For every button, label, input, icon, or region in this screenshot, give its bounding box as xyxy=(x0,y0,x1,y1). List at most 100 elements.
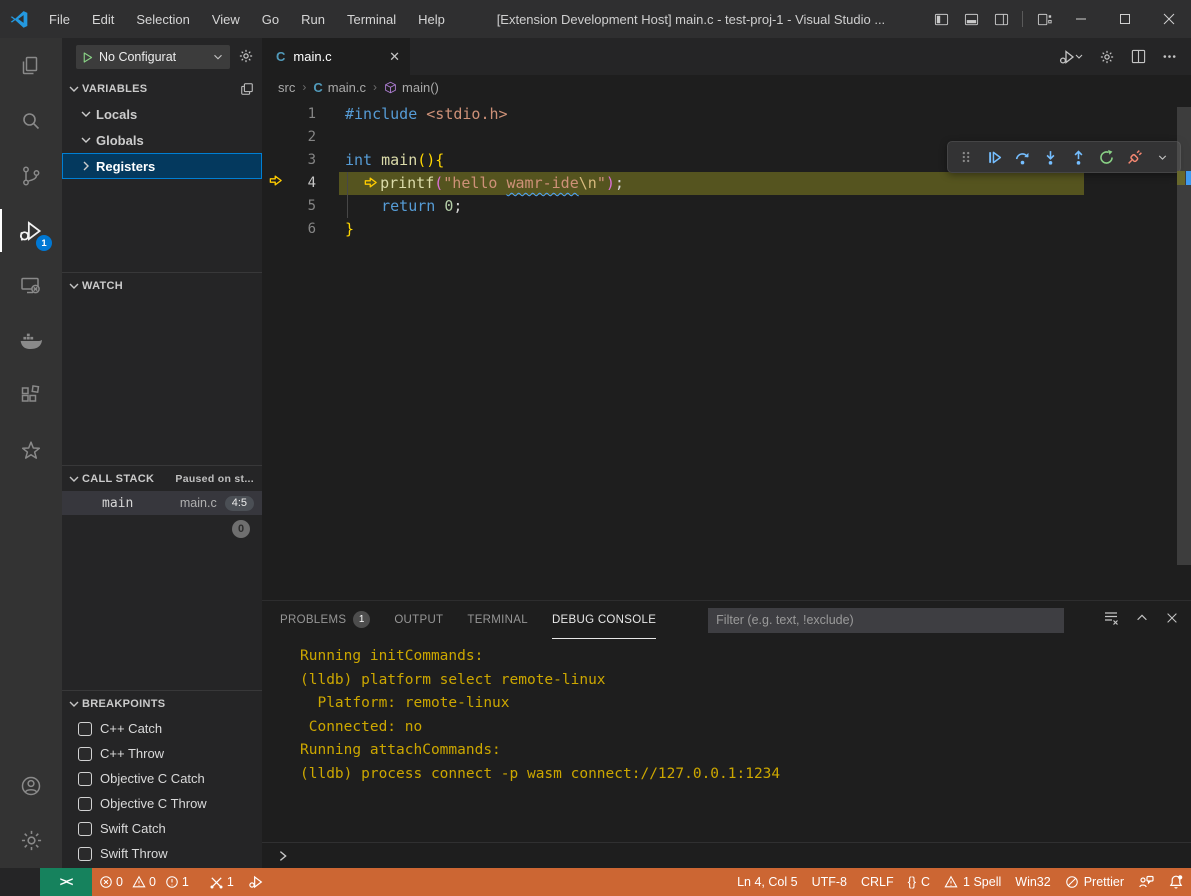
menu-edit[interactable]: Edit xyxy=(81,0,125,38)
step-out-icon[interactable] xyxy=(1065,144,1091,170)
close-panel-icon[interactable] xyxy=(1165,611,1179,630)
breakpoint-row[interactable]: Swift Catch xyxy=(62,816,262,841)
breakpoint-row[interactable]: C++ Catch xyxy=(62,716,262,741)
formatter-status[interactable]: Prettier xyxy=(1058,868,1131,896)
call-stack-session-row[interactable]: 0 xyxy=(62,515,262,543)
menu-selection[interactable]: Selection xyxy=(125,0,200,38)
tab-debug-console[interactable]: DEBUG CONSOLE xyxy=(552,601,656,639)
call-stack-section-header[interactable]: CALL STACK Paused on st... xyxy=(62,466,262,491)
continue-icon[interactable] xyxy=(981,144,1007,170)
variables-row-registers[interactable]: Registers xyxy=(62,153,262,179)
feedback-icon[interactable] xyxy=(1131,868,1161,896)
menu-go[interactable]: Go xyxy=(251,0,290,38)
toggle-sidebar-icon[interactable] xyxy=(926,0,956,38)
console-filter-input[interactable] xyxy=(708,608,1064,633)
maximize-button[interactable] xyxy=(1103,0,1147,38)
breadcrumb-src[interactable]: src xyxy=(278,80,295,95)
line-number[interactable]: 5 xyxy=(288,195,316,218)
toolbar-drag-handle-icon[interactable] xyxy=(953,144,979,170)
cursor-position[interactable]: Ln 4, Col 5 xyxy=(730,868,804,896)
line-number[interactable]: 1 xyxy=(288,103,316,126)
step-over-icon[interactable] xyxy=(1009,144,1035,170)
chevron-down-icon[interactable] xyxy=(1149,144,1175,170)
debug-console-input[interactable] xyxy=(262,842,1191,868)
toolchain-status[interactable]: 1 xyxy=(202,868,241,896)
open-launch-json-gear-icon[interactable] xyxy=(238,48,254,67)
line-number[interactable]: 6 xyxy=(288,218,316,241)
tab-problems[interactable]: PROBLEMS 1 xyxy=(280,601,370,639)
breakpoint-checkbox[interactable] xyxy=(78,847,92,861)
line-number[interactable]: 3 xyxy=(288,149,316,172)
code-line-6[interactable]: 6 } xyxy=(262,218,1191,241)
search-icon[interactable] xyxy=(0,93,62,148)
platform-target[interactable]: Win32 xyxy=(1008,868,1057,896)
code-line-4[interactable]: 4 printf("hello wamr-ide\n"); xyxy=(262,172,1191,195)
line-number[interactable]: 4 xyxy=(288,172,316,195)
breakpoints-section-header[interactable]: BREAKPOINTS xyxy=(62,691,262,716)
breakpoint-row[interactable]: Objective C Catch xyxy=(62,766,262,791)
breadcrumb-file[interactable]: C main.c xyxy=(313,80,366,95)
customize-layout-icon[interactable] xyxy=(1029,0,1059,38)
breakpoint-row[interactable]: Swift Throw xyxy=(62,841,262,866)
menu-run[interactable]: Run xyxy=(290,0,336,38)
encoding[interactable]: UTF-8 xyxy=(805,868,854,896)
menu-file[interactable]: File xyxy=(38,0,81,38)
menu-view[interactable]: View xyxy=(201,0,251,38)
gutter-glyph-margin[interactable] xyxy=(262,172,288,195)
variables-section-header[interactable]: VARIABLES xyxy=(62,76,262,101)
account-icon[interactable] xyxy=(0,758,62,813)
run-or-debug-icon[interactable] xyxy=(1059,49,1083,65)
variables-row-locals[interactable]: Locals xyxy=(62,101,262,127)
copy-value-icon[interactable] xyxy=(240,82,254,96)
editor-scrollbar[interactable] xyxy=(1177,99,1191,600)
explorer-icon[interactable] xyxy=(0,38,62,93)
code-line-1[interactable]: 1 #include <stdio.h> xyxy=(262,103,1191,126)
line-number[interactable]: 2 xyxy=(288,126,316,149)
launch-configuration-dropdown[interactable]: No Configurat xyxy=(76,45,230,69)
breadcrumb-symbol[interactable]: main() xyxy=(384,80,439,95)
debug-status-icon[interactable] xyxy=(241,868,271,896)
breakpoint-row[interactable]: Objective C Throw xyxy=(62,791,262,816)
tab-output[interactable]: OUTPUT xyxy=(394,601,443,639)
maximize-panel-icon[interactable] xyxy=(1135,611,1149,630)
disconnect-icon[interactable] xyxy=(1121,144,1147,170)
toggle-panel-icon[interactable] xyxy=(956,0,986,38)
variables-row-globals[interactable]: Globals xyxy=(62,127,262,153)
problems-status[interactable]: 0 0 1 xyxy=(92,868,202,896)
docker-icon[interactable] xyxy=(0,313,62,368)
close-button[interactable] xyxy=(1147,0,1191,38)
breakpoint-checkbox[interactable] xyxy=(78,797,92,811)
configure-gear-icon[interactable] xyxy=(1099,49,1115,65)
source-control-icon[interactable] xyxy=(0,148,62,203)
spell-checker-status[interactable]: 1 Spell xyxy=(937,868,1008,896)
settings-gear-icon[interactable] xyxy=(0,813,62,868)
clear-console-icon[interactable] xyxy=(1103,610,1119,631)
restart-icon[interactable] xyxy=(1093,144,1119,170)
tab-terminal[interactable]: TERMINAL xyxy=(467,601,528,639)
toggle-secondary-sidebar-icon[interactable] xyxy=(986,0,1016,38)
call-stack-frame[interactable]: main main.c 4:5 xyxy=(62,491,262,515)
star-extension-icon[interactable] xyxy=(0,423,62,478)
notifications-bell-icon[interactable] xyxy=(1161,868,1191,896)
breakpoint-checkbox[interactable] xyxy=(78,772,92,786)
remote-explorer-icon[interactable] xyxy=(0,258,62,313)
language-mode[interactable]: {} C xyxy=(901,868,937,896)
step-into-icon[interactable] xyxy=(1037,144,1063,170)
breakpoint-checkbox[interactable] xyxy=(78,822,92,836)
extensions-icon[interactable] xyxy=(0,368,62,423)
run-and-debug-icon[interactable]: 1 xyxy=(0,203,62,258)
breakpoint-row[interactable]: C++ Throw xyxy=(62,741,262,766)
watch-section-header[interactable]: WATCH xyxy=(62,273,262,298)
menu-help[interactable]: Help xyxy=(407,0,456,38)
menu-terminal[interactable]: Terminal xyxy=(336,0,407,38)
split-editor-icon[interactable] xyxy=(1131,49,1146,64)
eol-sequence[interactable]: CRLF xyxy=(854,868,901,896)
breakpoint-checkbox[interactable] xyxy=(78,722,92,736)
close-tab-icon[interactable]: ✕ xyxy=(389,49,400,65)
tab-main-c[interactable]: C main.c ✕ xyxy=(262,38,410,75)
minimize-button[interactable] xyxy=(1059,0,1103,38)
breakpoint-checkbox[interactable] xyxy=(78,747,92,761)
remote-indicator[interactable]: >< xyxy=(40,868,92,896)
code-editor[interactable]: 1 #include <stdio.h> 2 3 int main(){ 4 p… xyxy=(262,99,1191,600)
more-actions-icon[interactable] xyxy=(1162,49,1177,64)
